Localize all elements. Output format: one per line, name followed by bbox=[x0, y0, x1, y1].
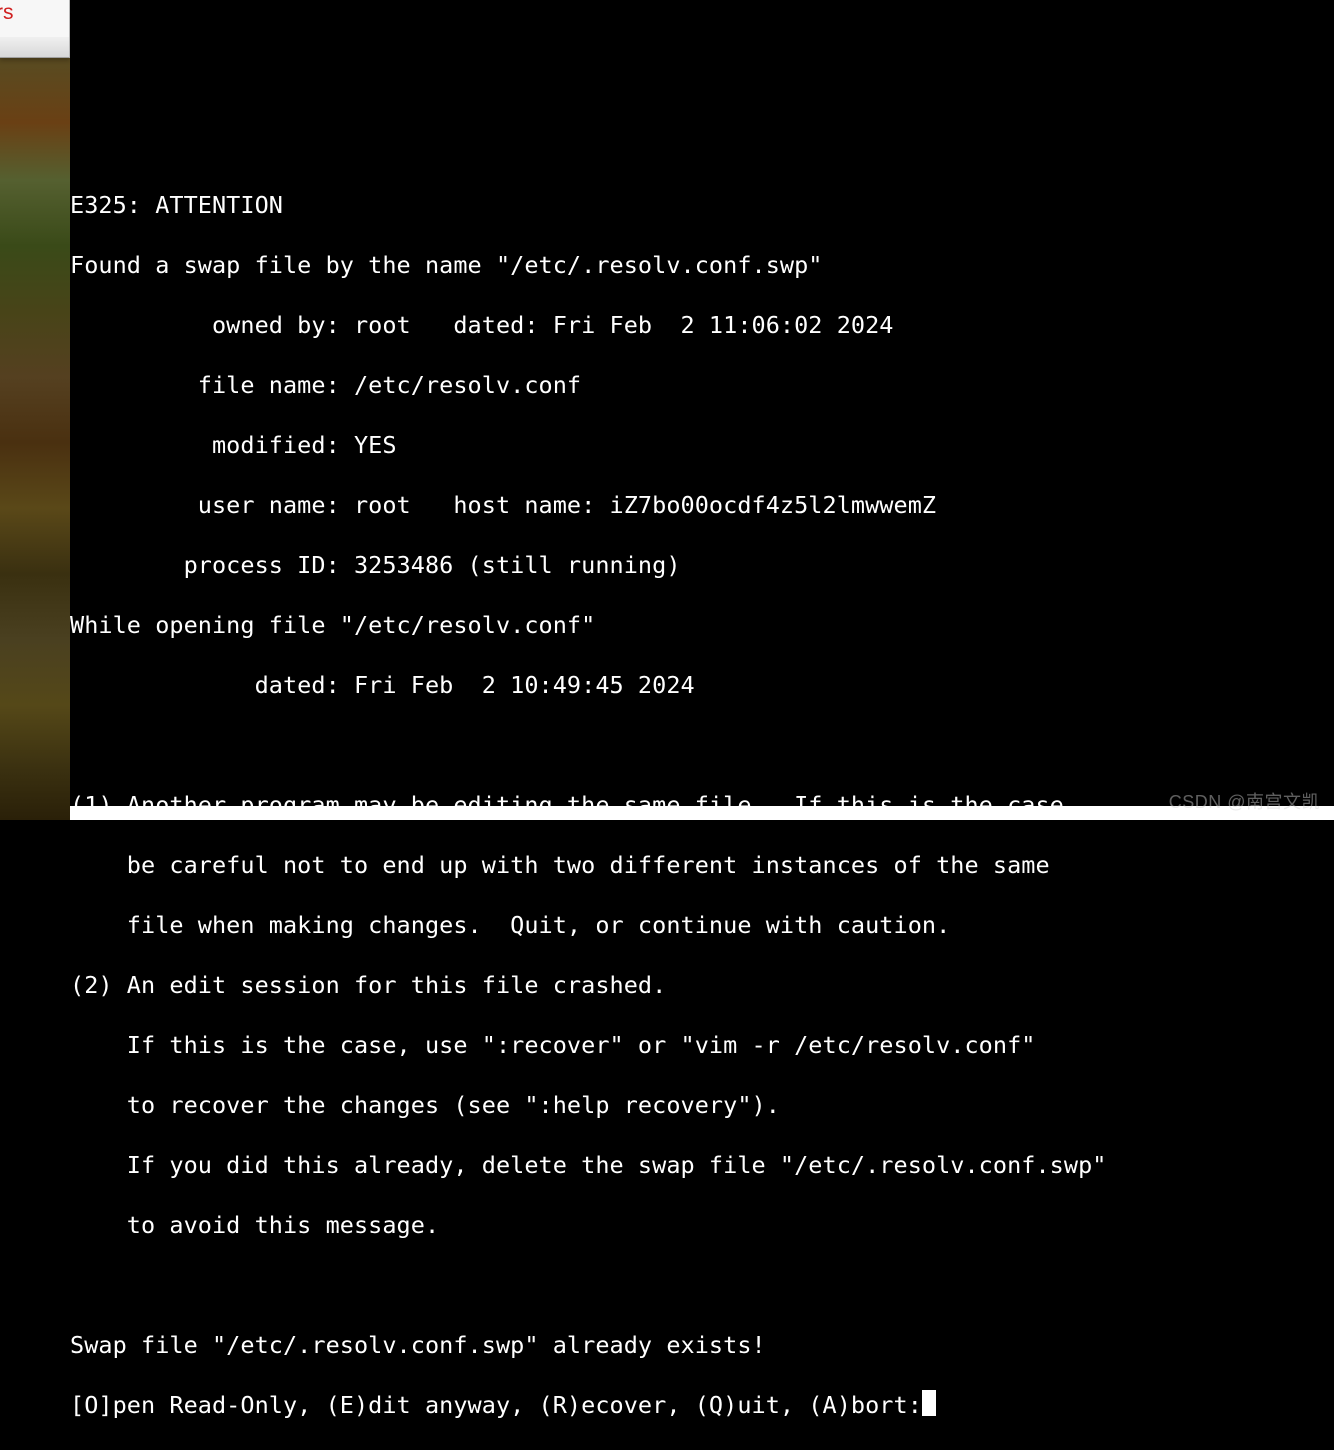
vim-attention-header: E325: ATTENTION bbox=[70, 190, 1334, 220]
vim-user-host: user name: root host name: iZ7bo00ocdf4z… bbox=[70, 490, 1334, 520]
vim-advice-2e: to avoid this message. bbox=[70, 1210, 1334, 1240]
desktop-background bbox=[0, 0, 70, 820]
vim-swap-exists: Swap file "/etc/.resolv.conf.swp" alread… bbox=[70, 1330, 1334, 1360]
vim-file-dated: dated: Fri Feb 2 10:49:45 2024 bbox=[70, 670, 1334, 700]
vim-owned-by: owned by: root dated: Fri Feb 2 11:06:02… bbox=[70, 310, 1334, 340]
blank-line bbox=[70, 1270, 1334, 1300]
vim-advice-1c: file when making changes. Quit, or conti… bbox=[70, 910, 1334, 940]
vim-prompt-text: [O]pen Read-Only, (E)dit anyway, (R)ecov… bbox=[70, 1391, 922, 1419]
tab-bottom-bar bbox=[0, 37, 69, 57]
csdn-watermark: CSDN @南宫文凯 bbox=[1169, 788, 1320, 814]
terminal-cursor bbox=[922, 1390, 936, 1416]
bottom-panel-strip bbox=[70, 806, 1334, 820]
terminal-window[interactable]: E325: ATTENTION Found a swap file by the… bbox=[70, 0, 1334, 820]
vim-while-opening: While opening file "/etc/resolv.conf" bbox=[70, 610, 1334, 640]
vim-swap-found: Found a swap file by the name "/etc/.res… bbox=[70, 250, 1334, 280]
tab-text-fragment: rs bbox=[0, 1, 14, 25]
vim-advice-1b: be careful not to end up with two differ… bbox=[70, 850, 1334, 880]
blank-line bbox=[70, 730, 1334, 760]
browser-tab-remnant[interactable]: rs bbox=[0, 0, 70, 58]
vim-process-id: process ID: 3253486 (still running) bbox=[70, 550, 1334, 580]
vim-advice-2d: If you did this already, delete the swap… bbox=[70, 1150, 1334, 1180]
vim-advice-2c: to recover the changes (see ":help recov… bbox=[70, 1090, 1334, 1120]
vim-modified: modified: YES bbox=[70, 430, 1334, 460]
vim-file-name: file name: /etc/resolv.conf bbox=[70, 370, 1334, 400]
vim-advice-2b: If this is the case, use ":recover" or "… bbox=[70, 1030, 1334, 1060]
vim-prompt-line[interactable]: [O]pen Read-Only, (E)dit anyway, (R)ecov… bbox=[70, 1390, 1334, 1420]
vim-advice-2a: (2) An edit session for this file crashe… bbox=[70, 970, 1334, 1000]
